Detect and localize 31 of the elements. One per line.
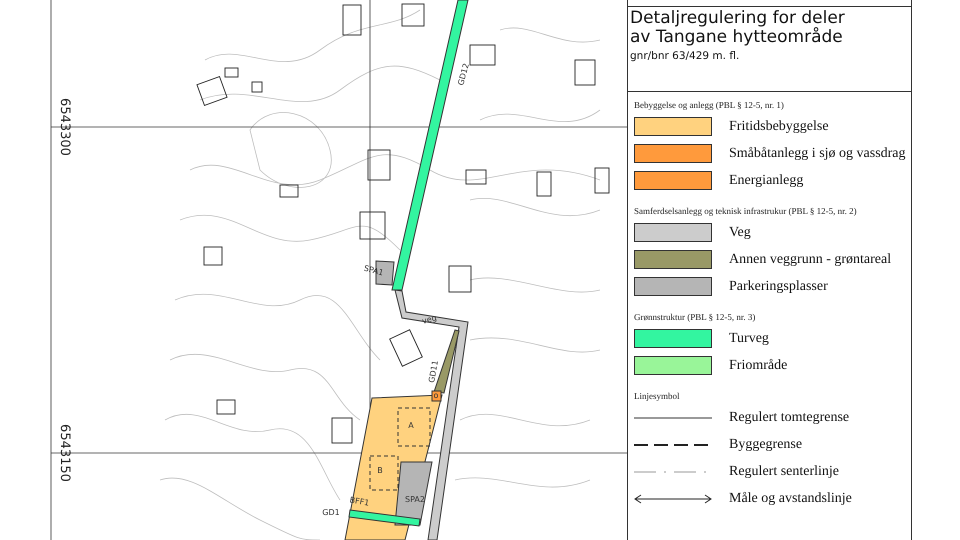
legend-label: Energianlegg <box>729 172 804 188</box>
area-label: A <box>408 421 414 430</box>
legend-label: Annen veggrunn - grøntareal <box>729 252 892 268</box>
legend-heading: Samferdselsanlegg og teknisk infrastrukur (PBL § 12-5, nr. 2) <box>634 206 858 216</box>
grid-coordinate: 6543300 <box>57 98 72 156</box>
area-label: B <box>377 466 383 475</box>
legend-label: Fritidsbebyggelse <box>729 118 829 134</box>
plan-title: Detaljregulering for deler <box>630 9 846 28</box>
plan-title: av Tangane hytteområde <box>630 28 844 47</box>
legend-label: Parkeringsplasser <box>729 278 828 294</box>
legend-label: Byggegrense <box>729 436 802 452</box>
legend-label: Regulert senterlinje <box>729 464 840 480</box>
double-arrow-icon <box>634 492 712 504</box>
area-label: SPA2 <box>405 495 425 504</box>
area-label: GD12 <box>456 62 471 86</box>
area-label: BFF1 <box>348 495 370 508</box>
grid-coordinate: 6543150 <box>57 424 72 482</box>
area-label: GD1 <box>322 508 340 517</box>
legend-heading: Linjesymbol <box>634 391 680 401</box>
area-label: SPA1 <box>362 264 384 278</box>
plan-subtitle: gnr/bnr 63/429 m. fl. <box>630 50 740 62</box>
legend-heading: Bebyggelse og anlegg (PBL § 12-5, nr. 1) <box>634 100 785 110</box>
legend-label: Turveg <box>729 330 769 346</box>
legend-label: Måle og avstandslinje <box>729 490 852 506</box>
legend-heading: Grønnstruktur (PBL § 12-5, nr. 3) <box>634 312 756 322</box>
area-label: GD11 <box>427 360 440 384</box>
legend-label: Friområde <box>729 358 788 374</box>
area-label: o <box>434 391 438 400</box>
legend-label: Regulert tomtegrense <box>729 410 850 426</box>
legend-label: Veg <box>729 224 751 240</box>
legend-label: Småbåtanlegg i sjø og vassdrag <box>729 146 906 162</box>
